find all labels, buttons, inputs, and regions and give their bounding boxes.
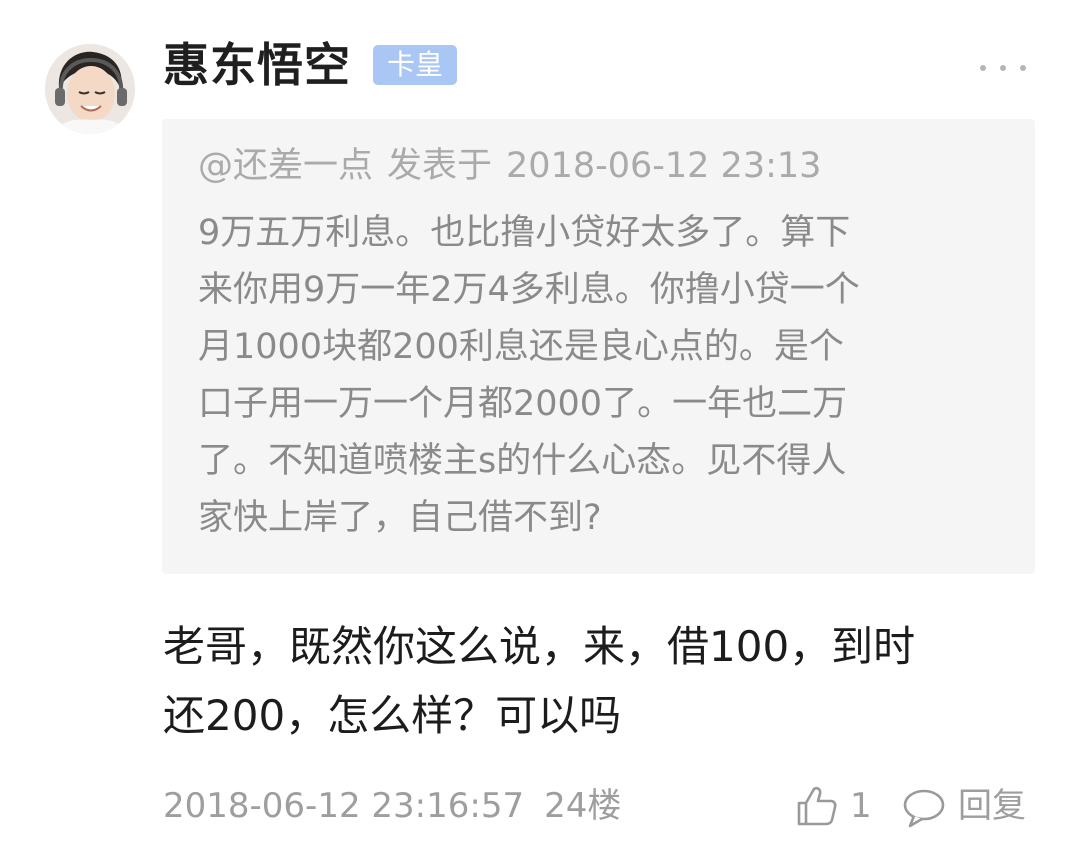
comment-bubble-icon (903, 789, 945, 828)
author-name[interactable]: 惠东悟空 (163, 36, 351, 94)
post-datetime: 2018-06-12 23:16:57 (163, 786, 525, 826)
quote-posted-label: 发表于 (387, 146, 493, 186)
more-dots-icon[interactable] (978, 56, 1028, 80)
comment-post: 惠东悟空 卡皇 @还差一点 发表于 2018-06-12 23:13 9万五万利息。… (0, 0, 1065, 863)
avatar[interactable] (45, 44, 135, 134)
thumbs-up-icon (797, 786, 837, 826)
quote-author[interactable]: @还差一点 (198, 146, 373, 186)
author-badge: 卡皇 (373, 45, 458, 85)
floor-number: 24楼 (544, 786, 622, 826)
post-meta: 2018-06-12 23:16:57 24楼 (163, 782, 621, 830)
quote-header: @还差一点 发表于 2018-06-12 23:13 (198, 141, 821, 191)
like-count: 1 (850, 786, 872, 826)
reply-text: 老哥，既然你这么说，来，借100，到时 还200，怎么样？可以吗 (163, 622, 916, 740)
quoted-post: @还差一点 发表于 2018-06-12 23:13 9万五万利息。也比撸小贷好太多… (162, 119, 1035, 574)
reply-label: 回复 (958, 786, 1026, 826)
quote-text: 9万五万利息。也比撸小贷好太多了。算下 来你用9万一年2万4多利息。你撸小贷一个… (198, 213, 860, 538)
user-avatar-icon (45, 44, 135, 134)
quote-datetime: 2018-06-12 23:13 (506, 146, 822, 186)
